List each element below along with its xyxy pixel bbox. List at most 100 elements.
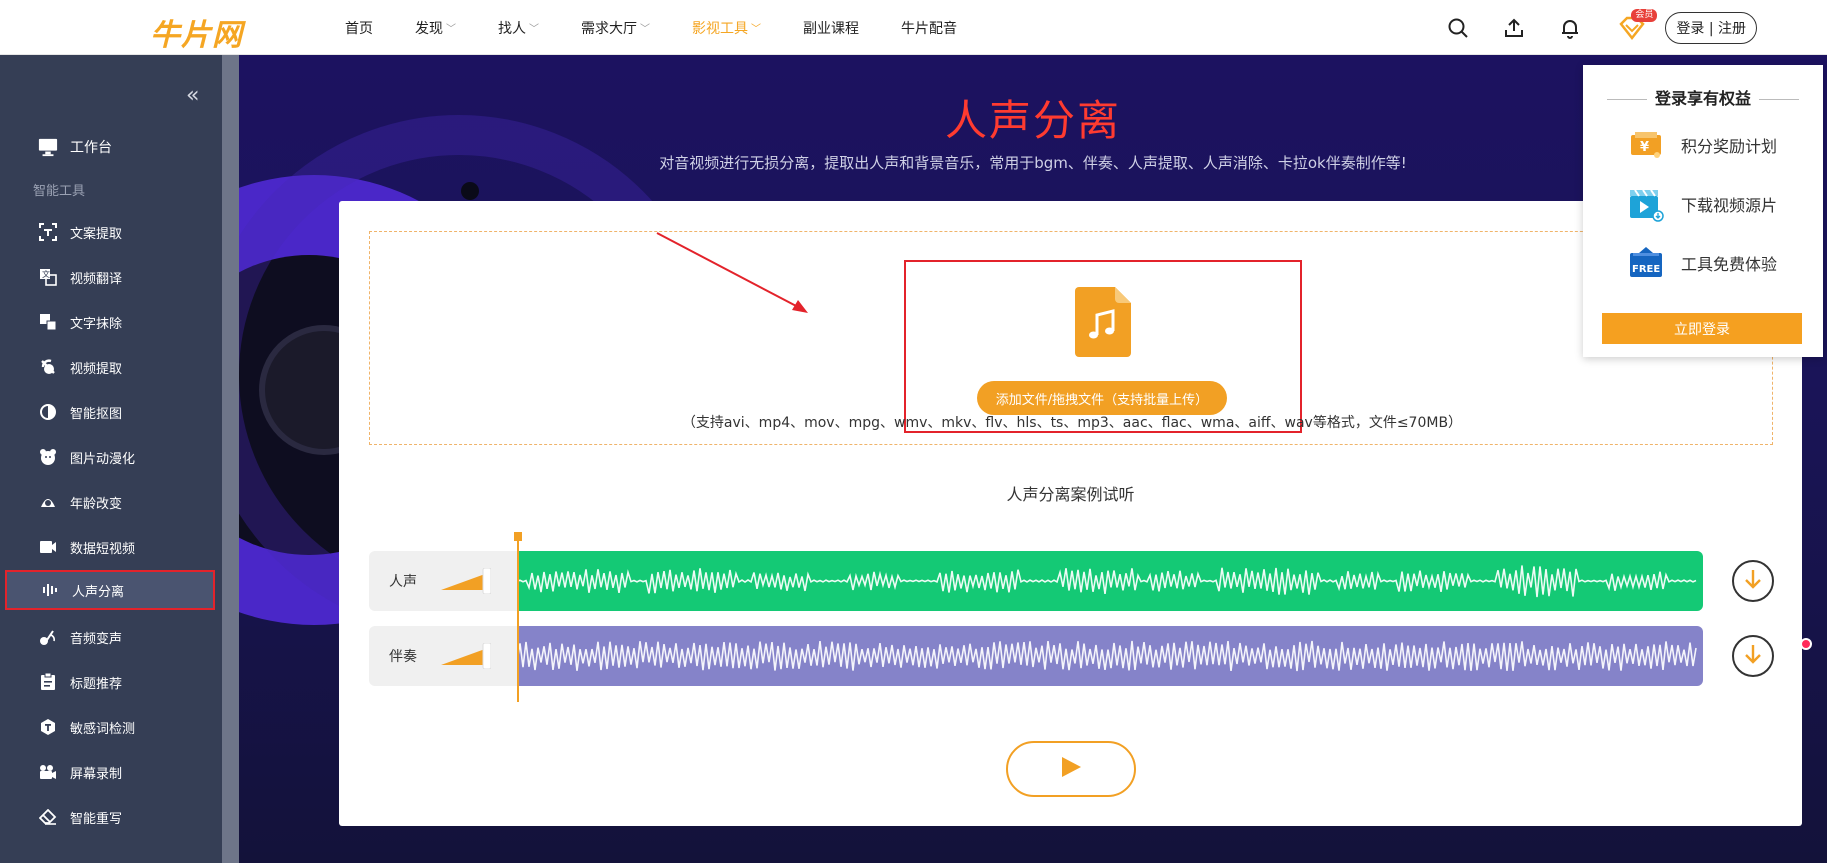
- perk-label: 下载视频源片: [1681, 196, 1778, 215]
- sidebar-item-voice-change[interactable]: 音频变声: [0, 617, 222, 657]
- sidebar-item-age-change[interactable]: 年龄改变: [0, 482, 222, 522]
- sidebar-item-sensitive-words[interactable]: 敏感词检测: [0, 707, 222, 747]
- sidebar-section-label: 智能工具: [33, 184, 86, 199]
- download-vocal-button[interactable]: [1732, 560, 1774, 602]
- vocal-waveform-graphic: [517, 565, 1697, 598]
- translate-icon: 文: [38, 267, 58, 287]
- login-register-button[interactable]: 登录 | 注册: [1665, 11, 1757, 44]
- nav-film-tools[interactable]: 影视工具 ﹀: [692, 18, 761, 38]
- vocal-volume-slider[interactable]: [441, 567, 492, 595]
- cutout-icon: [38, 402, 58, 422]
- sidebar-item-smart-rewrite[interactable]: 智能重写: [0, 797, 222, 837]
- sidebar-item-label: 敏感词检测: [70, 721, 136, 737]
- vocal-waveform[interactable]: [517, 551, 1703, 611]
- sidebar-item-title-recommend[interactable]: 标题推荐: [0, 662, 222, 702]
- top-nav-bar: 牛片网 首页 发现 ﹀ 找人 ﹀ 需求大厅 ﹀ 影视工具 ﹀ 副业课程 牛片配音 会员 …: [0, 0, 1827, 55]
- nav-demand-hall-label: 需求大厅: [581, 20, 637, 37]
- sidebar-item-video-extract[interactable]: 视频提取: [0, 347, 222, 387]
- vip-entry[interactable]: 会员: [1617, 8, 1658, 43]
- demo-section-title: 人声分离案例试听: [1006, 485, 1135, 504]
- play-button[interactable]: [1006, 741, 1136, 797]
- nav-dubbing[interactable]: 牛片配音: [901, 18, 957, 38]
- perk-label: 工具免费体验: [1681, 255, 1778, 274]
- sidebar: « 工作台 智能工具 文案提取 文 视频翻译 文字抹除 视频提取 智能抠图 图片…: [0, 55, 222, 863]
- nav-home-label: 首页: [345, 20, 373, 37]
- login-benefits-panel: 登录享有权益 ¥ 积分奖励计划 下载视频源片 FREE 工具免费体验 立即登录: [1583, 65, 1823, 357]
- sidebar-item-text-extract[interactable]: 文案提取: [0, 212, 222, 252]
- accompaniment-volume-slider[interactable]: [441, 642, 492, 670]
- text-extract-icon: [38, 222, 58, 242]
- sidebar-item-cutout[interactable]: 智能抠图: [0, 392, 222, 432]
- perk-label: 积分奖励计划: [1681, 137, 1778, 156]
- upload-icon[interactable]: [1501, 15, 1527, 41]
- nav-dubbing-label: 牛片配音: [901, 20, 957, 37]
- chevron-down-icon: ﹀: [640, 24, 650, 35]
- music-file-icon: [1075, 287, 1131, 357]
- perk-points-reward: ¥ 积分奖励计划: [1627, 125, 1777, 165]
- track-label: 人声: [389, 574, 417, 590]
- anime-icon: [38, 447, 58, 467]
- site-logo[interactable]: 牛片网: [150, 10, 243, 54]
- playhead-cursor[interactable]: [514, 532, 522, 702]
- nav-home[interactable]: 首页: [345, 18, 373, 38]
- sidebar-item-workbench[interactable]: 工作台: [0, 127, 222, 167]
- accompaniment-waveform-graphic: [517, 640, 1697, 672]
- age-icon: [38, 492, 58, 512]
- sidebar-item-video-translate[interactable]: 文 视频翻译: [0, 257, 222, 297]
- chevron-down-icon: ﹀: [529, 24, 539, 35]
- accompaniment-waveform[interactable]: [517, 626, 1703, 686]
- sidebar-item-label: 数据短视频: [70, 541, 136, 557]
- sidebar-item-label: 年龄改变: [70, 496, 123, 512]
- svg-text:¥: ¥: [1640, 140, 1649, 155]
- login-now-button[interactable]: 立即登录: [1602, 313, 1802, 344]
- record-icon: [38, 762, 58, 782]
- sidebar-item-anime[interactable]: 图片动漫化: [0, 437, 222, 477]
- voice-change-icon: [38, 627, 58, 647]
- upload-drop-zone[interactable]: 添加文件/拖拽文件（支持批量上传） （支持avi、mp4、mov、mpg、wmv…: [369, 231, 1773, 445]
- free-icon-text: FREE: [1632, 264, 1660, 275]
- panel-title: 登录享有权益: [1583, 85, 1823, 109]
- search-icon[interactable]: [1445, 15, 1471, 41]
- vip-badge: 会员: [1631, 8, 1658, 22]
- download-accompaniment-button[interactable]: [1732, 635, 1774, 677]
- sidebar-item-label: 工作台: [70, 140, 112, 156]
- sidebar-scrollbar[interactable]: [222, 55, 239, 863]
- sidebar-item-label: 文字抹除: [70, 316, 123, 332]
- nav-discover-label: 发现: [415, 20, 443, 37]
- floating-indicator-dot: [1800, 638, 1812, 650]
- accompaniment-track: 伴奏: [369, 626, 1703, 686]
- video-download-icon: [1627, 186, 1665, 222]
- nav-find-people[interactable]: 找人 ﹀: [498, 18, 539, 38]
- main-nav: 首页 发现 ﹀ 找人 ﹀ 需求大厅 ﹀ 影视工具 ﹀ 副业课程 牛片配音: [345, 0, 999, 55]
- sidebar-item-label: 智能抠图: [70, 406, 123, 422]
- nav-courses-label: 副业课程: [803, 20, 859, 37]
- sidebar-item-text-erase[interactable]: 文字抹除: [0, 302, 222, 342]
- sidebar-item-data-video[interactable]: 数据短视频: [0, 527, 222, 567]
- collapse-sidebar-icon[interactable]: «: [186, 83, 199, 108]
- video-extract-icon: [38, 357, 58, 377]
- nav-discover[interactable]: 发现 ﹀: [415, 18, 456, 38]
- free-tag-icon: FREE: [1627, 245, 1665, 281]
- vocal-track: 人声: [369, 551, 1703, 611]
- nav-find-people-label: 找人: [498, 20, 526, 37]
- text-erase-icon: [38, 312, 58, 332]
- nav-demand-hall[interactable]: 需求大厅 ﹀: [581, 18, 650, 38]
- bell-icon[interactable]: [1557, 15, 1583, 41]
- nav-courses[interactable]: 副业课程: [803, 18, 859, 38]
- nav-film-tools-label: 影视工具: [692, 20, 748, 37]
- download-arrow-icon: [1744, 569, 1762, 593]
- waveform-icon: [40, 580, 60, 600]
- chevron-down-icon: ﹀: [751, 24, 761, 35]
- perk-video-download: 下载视频源片: [1627, 184, 1777, 224]
- sidebar-item-screen-record[interactable]: 屏幕录制: [0, 752, 222, 792]
- add-file-button[interactable]: 添加文件/拖拽文件（支持批量上传）: [977, 381, 1227, 415]
- red-arrow-annotation: [656, 232, 808, 313]
- sensitive-icon: [38, 717, 58, 737]
- sidebar-item-label: 视频提取: [70, 361, 123, 377]
- camera-icon: [38, 537, 58, 557]
- top-actions: 会员 登录 | 注册: [1415, 0, 1757, 55]
- sidebar-item-vocal-separation[interactable]: 人声分离: [5, 570, 215, 610]
- perk-free-tools: FREE 工具免费体验: [1627, 243, 1777, 283]
- svg-text:文: 文: [42, 269, 50, 279]
- supported-formats-note: （支持avi、mp4、mov、mpg、wmv、mkv、flv、hls、ts、mp…: [681, 415, 1463, 431]
